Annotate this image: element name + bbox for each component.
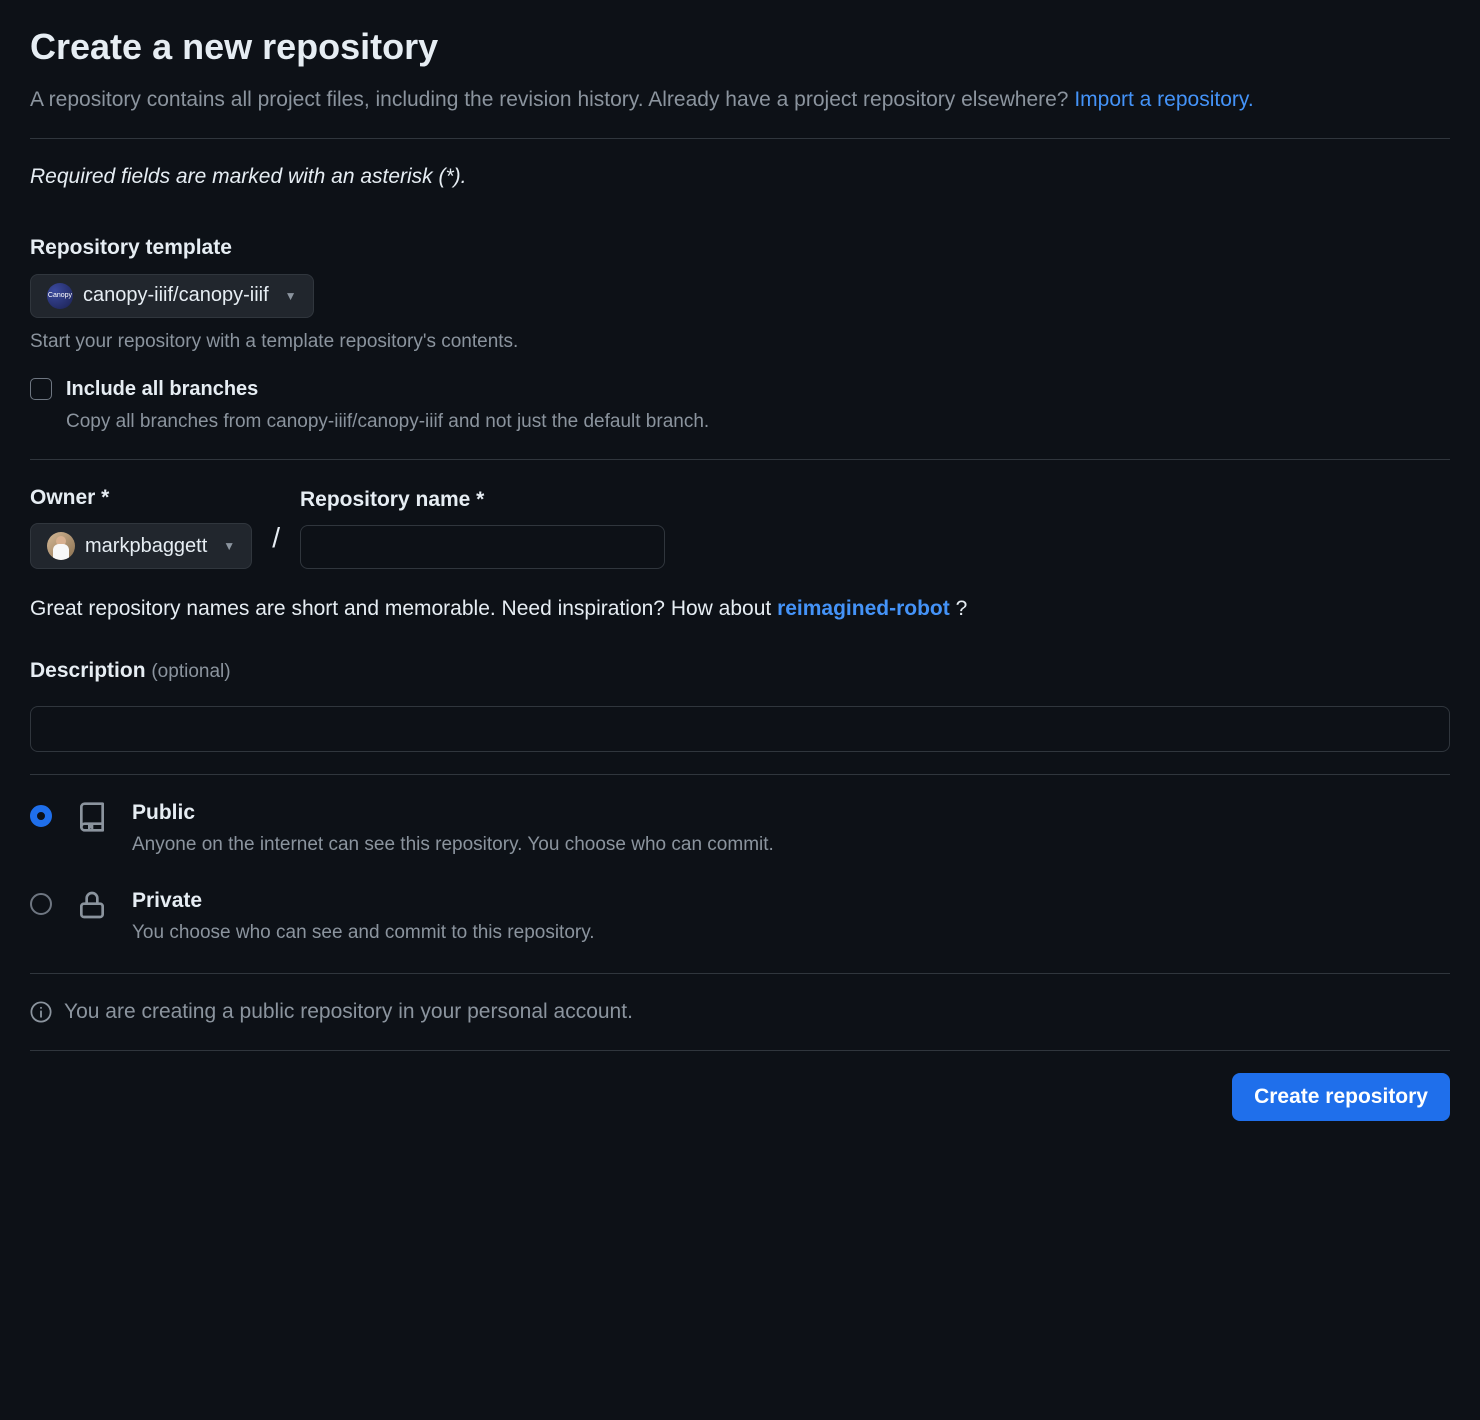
private-title: Private	[132, 885, 595, 917]
inspiration-prefix: Great repository names are short and mem…	[30, 597, 777, 620]
inspiration-suffix: ?	[956, 597, 968, 620]
required-fields-note: Required fields are marked with an aster…	[30, 161, 1450, 193]
template-org-avatar: Canopy	[47, 283, 73, 309]
page-title: Create a new repository	[30, 20, 1450, 74]
include-all-branches-checkbox[interactable]	[30, 378, 52, 400]
inspiration-suggestion-link[interactable]: reimagined-robot	[777, 597, 950, 620]
public-title: Public	[132, 797, 774, 829]
description-label: Description (optional)	[30, 655, 1450, 687]
owner-label: Owner *	[30, 482, 252, 514]
template-select[interactable]: Canopy canopy-iiif/canopy-iiif ▼	[30, 274, 314, 318]
divider	[30, 459, 1450, 460]
private-desc: You choose who can see and commit to thi…	[132, 919, 595, 948]
description-input[interactable]	[30, 706, 1450, 752]
visibility-public-radio[interactable]	[30, 805, 52, 827]
owner-select[interactable]: markpbaggett ▼	[30, 523, 252, 569]
subtitle-text: A repository contains all project files,…	[30, 88, 1074, 111]
template-label: Repository template	[30, 232, 1450, 264]
import-repository-link[interactable]: Import a repository.	[1074, 88, 1253, 111]
repo-icon	[76, 801, 108, 833]
visibility-private-radio[interactable]	[30, 893, 52, 915]
include-branches-desc: Copy all branches from canopy-iiif/canop…	[66, 408, 709, 437]
info-message: You are creating a public repository in …	[64, 996, 633, 1028]
template-selected-value: canopy-iiif/canopy-iiif	[83, 284, 269, 307]
owner-selected-value: markpbaggett	[85, 535, 207, 558]
repo-name-label: Repository name *	[300, 484, 665, 516]
owner-slash-separator: /	[272, 517, 280, 569]
lock-icon	[76, 889, 108, 921]
divider	[30, 138, 1450, 139]
template-hint: Start your repository with a template re…	[30, 328, 1450, 357]
page-subtitle: A repository contains all project files,…	[30, 84, 1450, 116]
owner-avatar	[47, 532, 75, 560]
public-desc: Anyone on the internet can see this repo…	[132, 831, 774, 860]
divider	[30, 973, 1450, 974]
divider	[30, 774, 1450, 775]
description-optional-tag: (optional)	[151, 661, 230, 682]
create-repository-button[interactable]: Create repository	[1232, 1073, 1450, 1121]
caret-down-icon: ▼	[285, 289, 297, 303]
divider	[30, 1050, 1450, 1051]
include-branches-title: Include all branches	[66, 374, 709, 404]
inspiration-text: Great repository names are short and mem…	[30, 593, 1450, 625]
repo-name-input[interactable]	[300, 525, 665, 569]
caret-down-icon: ▼	[223, 539, 235, 553]
info-icon	[30, 1001, 52, 1023]
description-label-text: Description	[30, 659, 151, 682]
